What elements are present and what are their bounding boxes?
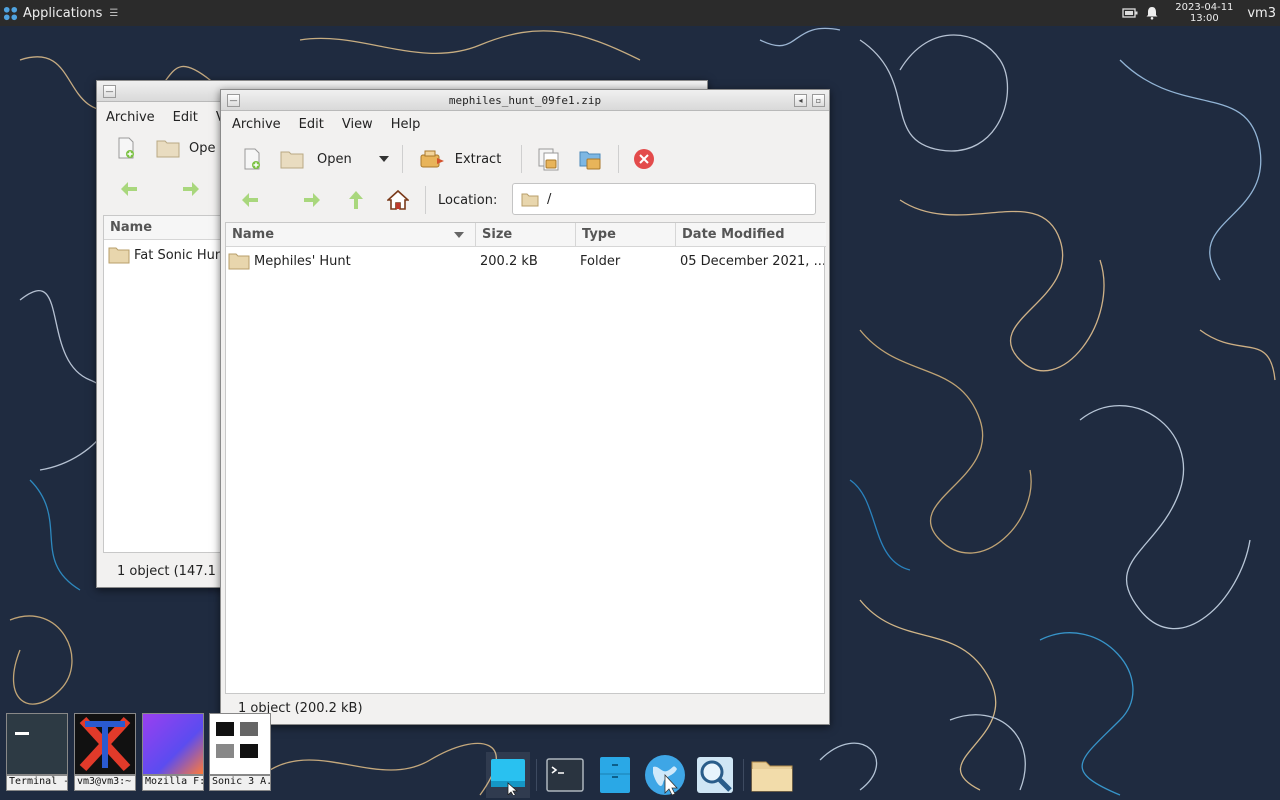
terminal-icon[interactable] [543,752,587,798]
folder-icon [108,247,130,264]
extract-button[interactable]: Extract [419,142,502,176]
location-label: Location: [438,192,498,208]
applications-menu-button[interactable]: Applications ☰ [0,0,124,26]
minimized-window-vm3[interactable]: vm3@vm3:~ [74,713,136,791]
window-menu-button[interactable]: — [227,94,240,107]
folder-icon [228,253,250,270]
menu-help[interactable]: Help [382,117,430,132]
user-menu[interactable]: vm3 [1239,6,1280,21]
table-row[interactable]: Fat Sonic Hunt [104,242,233,268]
minimized-window-mozilla[interactable]: Mozilla F: [142,713,204,791]
thumbnail-label: Sonic 3 A. [209,775,271,791]
thumbnail-label: Terminal - [6,775,68,791]
open-button-label[interactable]: Ope [189,141,215,156]
clock-date: 2023-04-11 [1175,2,1234,13]
window-title: mephiles_hunt_09fe1.zip [448,93,602,107]
row-name: Mephiles' Hunt [254,253,351,269]
dock-separator [536,759,537,791]
file-list[interactable]: Name Size Type Date Modified Mephiles' H… [225,222,826,694]
back-arrow-icon[interactable] [237,185,263,215]
toolbar-separator [401,145,403,173]
menu-edit[interactable]: Edit [290,117,333,132]
row-type: Folder [580,253,621,269]
location-field[interactable]: / [512,183,816,215]
open-dropdown-arrow-icon[interactable] [372,142,396,176]
add-files-icon[interactable] [534,142,564,176]
close-button[interactable]: ▫ [812,94,825,107]
home-icon[interactable] [385,185,411,215]
up-arrow-icon[interactable] [343,185,369,215]
front-statusbar: 1 object (200.2 kB) [238,700,363,716]
column-header-type[interactable]: Type [576,223,676,247]
back-file-list[interactable]: Name Fat Sonic Hunt [103,215,234,553]
new-archive-icon[interactable] [111,133,141,163]
archive-window-front[interactable]: — mephiles_hunt_09fe1.zip ◂ ▫ Archive Ed… [220,89,830,725]
clock-time: 13:00 [1189,13,1219,24]
thumbnail-label: Mozilla F: [142,775,204,791]
top-panel: Applications ☰ 2023-04-11 13:00 vm3 [0,0,1280,26]
extract-button-label: Extract [454,151,502,167]
applications-label: Applications [23,5,103,21]
row-name: Fat Sonic Hunt [134,247,229,263]
file-manager-icon[interactable] [593,752,637,798]
battery-icon[interactable] [1119,0,1141,26]
bell-icon[interactable] [1141,0,1163,26]
front-window-titlebar[interactable]: — mephiles_hunt_09fe1.zip ◂ ▫ [221,90,829,111]
column-header-date-modified[interactable]: Date Modified [676,223,826,247]
firefox-thumbnail [142,713,204,775]
sort-descending-icon [454,231,464,238]
stop-icon[interactable] [629,142,659,176]
table-row[interactable]: Mephiles' Hunt 200.2 kB Folder 05 Decemb… [226,248,824,274]
menu-view[interactable]: View [333,117,382,132]
forward-arrow-icon[interactable] [299,185,325,215]
toolbar-separator [521,145,523,173]
maximize-button[interactable]: ◂ [794,94,807,107]
toolbar-separator [425,186,426,214]
folder-icon[interactable] [750,752,794,798]
row-date: 05 December 2021, ... [680,253,824,269]
column-header-size[interactable]: Size [476,223,576,247]
terminal-thumbnail [6,713,68,775]
open-folder-icon [279,149,305,169]
open-folder-icon[interactable] [151,133,185,163]
menu-edit[interactable]: Edit [164,110,207,125]
minimized-window-terminal[interactable]: Terminal - [6,713,68,791]
row-name-cell: Mephiles' Hunt [228,248,474,274]
app-finder-icon[interactable] [693,752,737,798]
toolbar-separator [618,145,620,173]
thumbnail-label: vm3@vm3:~ [74,775,136,791]
open-button[interactable]: Open [279,142,352,176]
minimized-window-sonic[interactable]: Sonic 3 A. [209,713,271,791]
column-header-name-label: Name [232,227,275,242]
dock [486,750,796,800]
row-name-cell: Fat Sonic Hunt [108,242,234,268]
web-browser-icon[interactable] [643,752,687,798]
panel-clock[interactable]: 2023-04-11 13:00 [1169,2,1239,24]
location-value: / [547,191,552,207]
column-header-name[interactable]: Name [226,223,476,247]
menu-grip-icon: ☰ [109,7,119,19]
menu-archive[interactable]: Archive [221,117,290,132]
location-folder-icon [521,193,539,206]
dock-separator [743,759,744,791]
front-menubar: Archive Edit View Help [221,112,829,136]
x-logo-thumbnail [74,713,136,775]
row-size: 200.2 kB [480,253,538,269]
xfce-logo-icon [3,6,18,20]
window-menu-button[interactable]: — [103,85,116,98]
front-toolbar: Open Extract [237,142,829,176]
forward-arrow-icon[interactable] [179,177,203,201]
show-desktop-icon[interactable] [486,752,530,798]
add-folder-icon[interactable] [576,142,606,176]
menu-archive[interactable]: Archive [97,110,164,125]
column-header-name[interactable]: Name [104,216,234,240]
sonic-thumbnail [209,713,271,775]
new-archive-icon[interactable] [237,142,267,176]
extract-icon [419,148,445,170]
back-arrow-icon[interactable] [117,177,141,201]
open-button-label: Open [317,151,352,167]
